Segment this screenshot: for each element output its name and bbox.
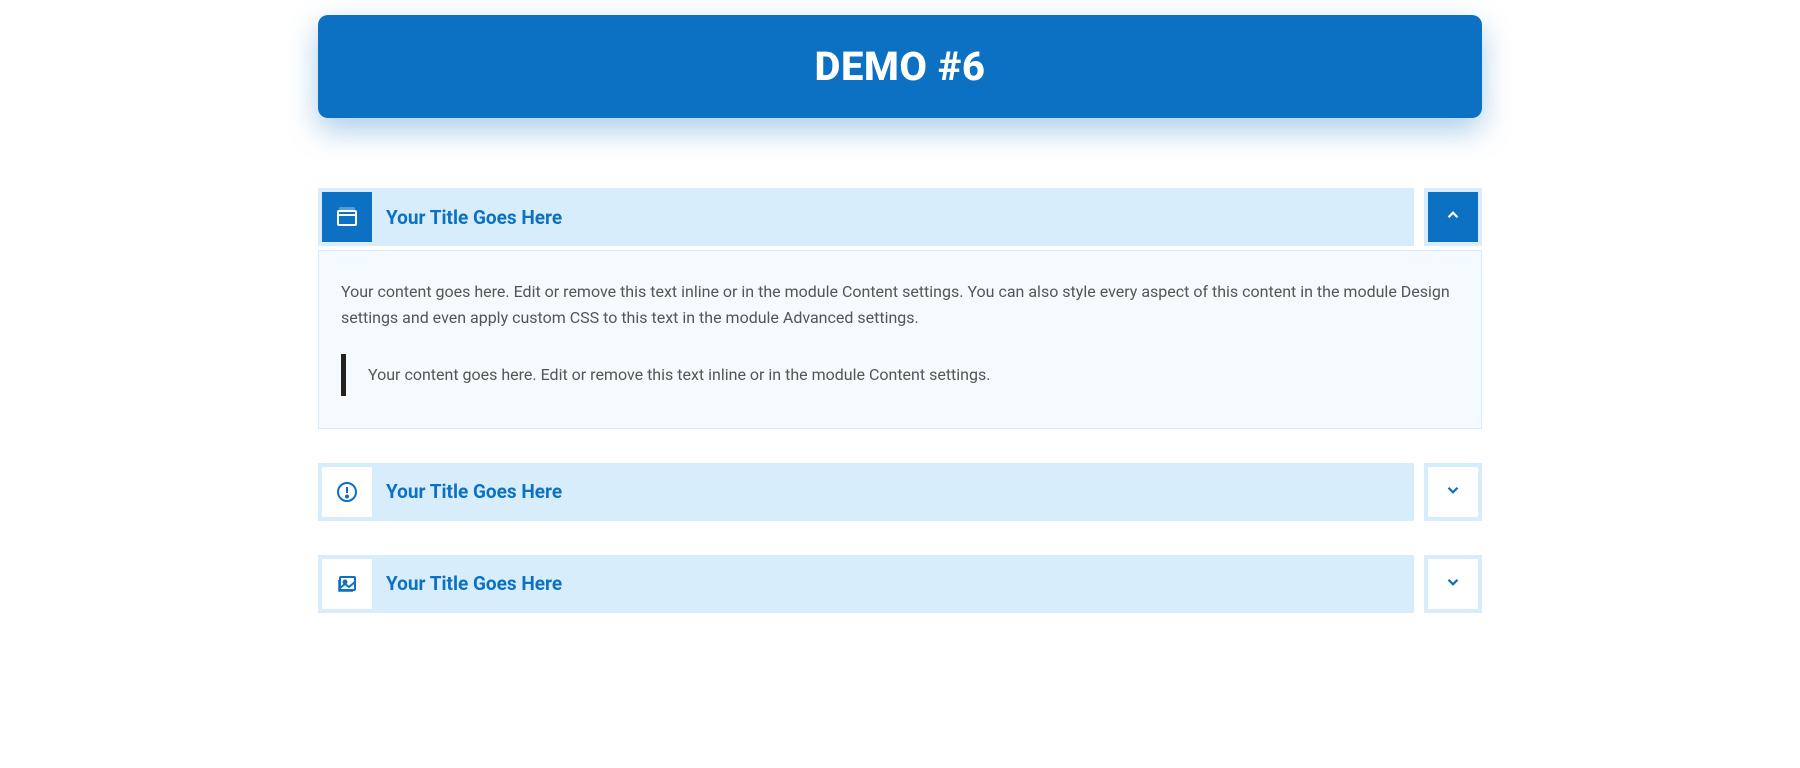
- accordion-header: Your Title Goes Here: [318, 555, 1482, 613]
- accordion-content-paragraph: Your content goes here. Edit or remove t…: [341, 279, 1459, 330]
- accordion-title-label: Your Title Goes Here: [372, 572, 562, 595]
- accordion-title-bar[interactable]: Your Title Goes Here: [318, 555, 1414, 613]
- chevron-down-icon: [1444, 573, 1462, 595]
- window-icon: [322, 192, 372, 242]
- accordion-header: Your Title Goes Here: [318, 463, 1482, 521]
- page-title: DEMO #6: [338, 43, 1462, 90]
- accordion-content: Your content goes here. Edit or remove t…: [318, 250, 1482, 429]
- chevron-down-icon: [1444, 481, 1462, 503]
- accordion-item: Your Title Goes Here Your content goes h…: [318, 188, 1482, 429]
- accordion-title-label: Your Title Goes Here: [372, 206, 562, 229]
- accordion-header: Your Title Goes Here: [318, 188, 1482, 246]
- accordion-toggle-button[interactable]: [1424, 555, 1482, 613]
- accordion-item: Your Title Goes Here: [318, 555, 1482, 613]
- alert-icon: [322, 467, 372, 517]
- accordion-title-bar[interactable]: Your Title Goes Here: [318, 188, 1414, 246]
- accordion-content-blockquote: Your content goes here. Edit or remove t…: [341, 354, 1459, 396]
- header-banner: DEMO #6: [318, 15, 1482, 118]
- accordion-item: Your Title Goes Here: [318, 463, 1482, 521]
- accordion-title-bar[interactable]: Your Title Goes Here: [318, 463, 1414, 521]
- accordion-title-label: Your Title Goes Here: [372, 480, 562, 503]
- chevron-up-icon: [1444, 206, 1462, 228]
- accordion-toggle-button[interactable]: [1424, 463, 1482, 521]
- accordion-toggle-button[interactable]: [1424, 188, 1482, 246]
- image-icon: [322, 559, 372, 609]
